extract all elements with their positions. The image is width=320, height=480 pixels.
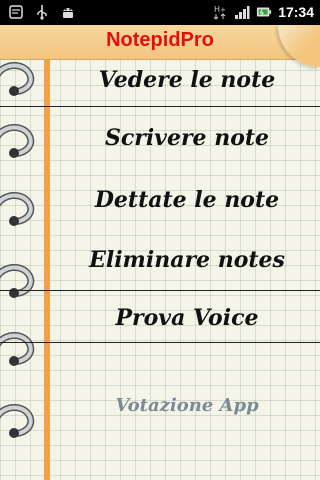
battery-icon (256, 4, 272, 20)
page-curl-corner (278, 25, 320, 67)
app-screen: NotepidPro Vedere le note Scrivere note … (0, 25, 320, 480)
menu-write-notes-button[interactable]: Scrivere note (54, 125, 320, 151)
status-time: 17:34 (278, 4, 314, 20)
binder-ring-icon (0, 117, 38, 161)
menu-view-notes-button[interactable]: Vedere le note (54, 67, 320, 93)
status-right-icons: H + 17:34 (212, 3, 314, 21)
title-bar: NotepidPro (0, 25, 320, 60)
separator-line (0, 290, 320, 291)
separator-line (0, 106, 320, 107)
menu-voice-test-button[interactable]: Prova Voice (54, 305, 320, 331)
binder-ring-icon (0, 397, 38, 441)
signal-icon (234, 4, 250, 20)
menu-delete-notes-button[interactable]: Eliminare notes (54, 247, 320, 273)
data-hplus-icon: H + (212, 4, 228, 20)
binder-ring-icon (0, 257, 38, 301)
binder-ring-icon (0, 325, 38, 369)
notebook-margin-line (44, 59, 50, 480)
menu-dictate-notes-button[interactable]: Dettate le note (54, 187, 320, 213)
usb-icon (34, 4, 50, 20)
debug-android-icon (60, 4, 76, 20)
binder-ring-icon (0, 55, 38, 99)
svg-text:+: + (220, 6, 226, 14)
status-left-icons (8, 4, 76, 20)
binder-ring-icon (0, 185, 38, 229)
separator-line (0, 342, 320, 343)
notification-icon (8, 4, 24, 20)
status-bar: H + 17:34 (0, 0, 320, 25)
menu-rate-app-button[interactable]: Votazione App (54, 395, 320, 416)
app-title: NotepidPro (106, 29, 214, 51)
